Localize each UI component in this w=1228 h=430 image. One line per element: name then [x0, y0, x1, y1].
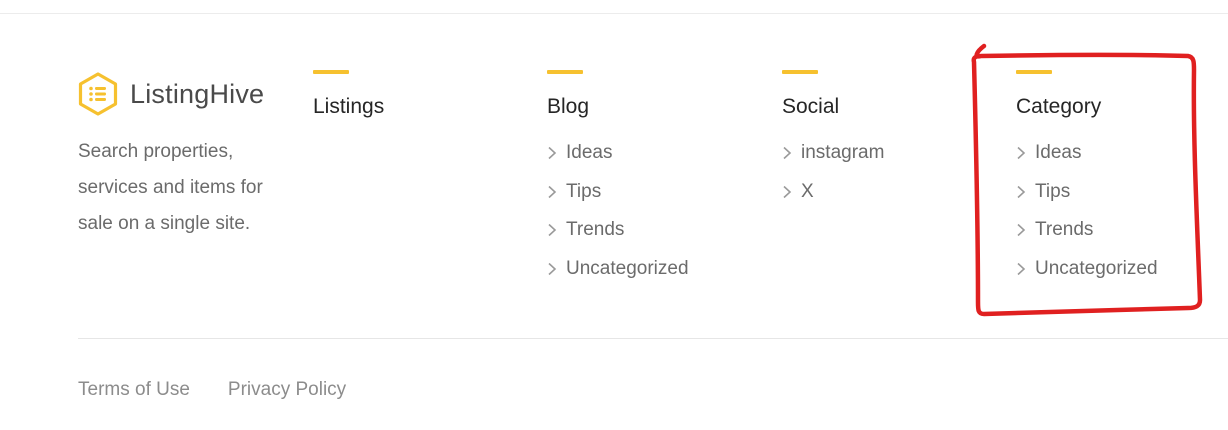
link-label: Uncategorized — [1035, 257, 1158, 279]
terms-of-use-link[interactable]: Terms of Use — [78, 379, 190, 401]
column-title-blog: Blog — [547, 95, 590, 118]
category-link-uncategorized[interactable]: Uncategorized — [1016, 250, 1158, 289]
chevron-right-icon — [548, 224, 557, 237]
link-label: Trends — [566, 219, 625, 241]
column-accent-bar — [782, 70, 818, 74]
column-title-listings: Listings — [313, 95, 385, 118]
top-divider — [0, 13, 1228, 14]
column-accent-bar — [313, 70, 349, 74]
site-tagline: Search properties, services and items fo… — [78, 141, 263, 234]
chevron-right-icon — [548, 185, 557, 198]
link-label: Uncategorized — [566, 257, 689, 279]
blog-link-trends[interactable]: Trends — [547, 211, 689, 250]
category-link-list: Ideas Tips Trends Uncategorized — [1016, 134, 1158, 288]
link-label: Tips — [1035, 180, 1071, 202]
footer-legal-links: Terms of Use Privacy Policy — [78, 379, 346, 401]
social-link-x[interactable]: X — [782, 173, 884, 212]
chevron-right-icon — [1017, 185, 1026, 198]
category-link-trends[interactable]: Trends — [1016, 211, 1158, 250]
category-link-tips[interactable]: Tips — [1016, 173, 1158, 212]
link-label: Ideas — [566, 142, 613, 164]
link-label: Ideas — [1035, 142, 1082, 164]
link-label: Trends — [1035, 219, 1094, 241]
column-title-category: Category — [1016, 95, 1102, 118]
column-accent-bar — [547, 70, 583, 74]
chevron-right-icon — [548, 147, 557, 160]
hexagon-list-logo-icon — [78, 72, 118, 116]
site-logo-text: ListingHive — [130, 78, 265, 109]
category-link-ideas[interactable]: Ideas — [1016, 134, 1158, 173]
link-label: Tips — [566, 180, 602, 202]
chevron-right-icon — [1017, 147, 1026, 160]
chevron-right-icon — [1017, 262, 1026, 275]
footer-column-social: Social instagram X — [782, 70, 884, 211]
link-label: instagram — [801, 142, 885, 164]
footer-column-listings: Listings — [313, 70, 384, 122]
blog-link-list: Ideas Tips Trends Uncategorized — [547, 134, 689, 288]
chevron-right-icon — [783, 185, 792, 198]
chevron-right-icon — [783, 147, 792, 160]
footer-divider — [78, 338, 1228, 339]
column-accent-bar — [1016, 70, 1052, 74]
footer-brand: ListingHive Search properties, services … — [78, 72, 298, 242]
link-label: X — [801, 180, 814, 202]
footer-column-category: Category Ideas Tips Trends Uncategorized — [1016, 70, 1158, 288]
social-link-list: instagram X — [782, 134, 884, 211]
blog-link-tips[interactable]: Tips — [547, 173, 689, 212]
blog-link-uncategorized[interactable]: Uncategorized — [547, 250, 689, 289]
blog-link-ideas[interactable]: Ideas — [547, 134, 689, 173]
chevron-right-icon — [548, 262, 557, 275]
privacy-policy-link[interactable]: Privacy Policy — [228, 379, 346, 401]
footer-column-blog: Blog Ideas Tips Trends Uncategorized — [547, 70, 689, 288]
site-logo[interactable]: ListingHive — [78, 72, 298, 116]
chevron-right-icon — [1017, 224, 1026, 237]
column-title-social: Social — [782, 95, 840, 118]
social-link-instagram[interactable]: instagram — [782, 134, 884, 173]
